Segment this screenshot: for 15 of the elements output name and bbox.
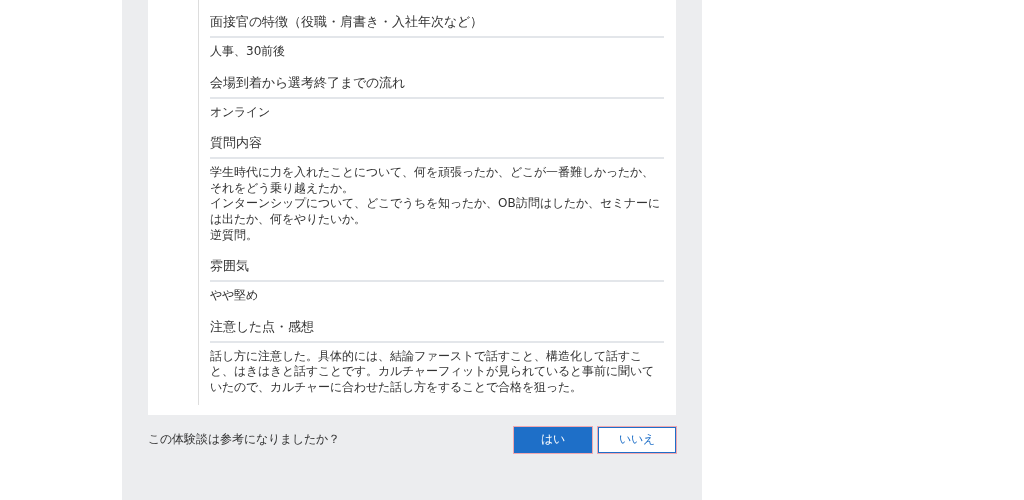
section-text: 逆質問。: [210, 227, 259, 244]
section-text: 話し方に注意した。具体的には、結論ファーストで話すこと、構造化して話すこと、はきはきと話すことです。カルチャーフィットが見られていると事前に聞いていたので、カルチャーに合わせた話し方をすることで合格を狙った。: [210, 348, 655, 396]
feedback-question: この体験談は参考になりましたか？: [148, 431, 340, 449]
section-heading: 注意した点・感想: [210, 312, 664, 343]
section-heading: 雰囲気: [210, 252, 664, 283]
section-heading: 質問内容: [210, 129, 664, 160]
section-text: オンライン: [210, 104, 271, 121]
section-text: やや堅め: [210, 288, 259, 304]
section-text: 人事、30前後: [210, 44, 287, 60]
section-text: インターンシップについて、どこでうちを知ったか、OB訪問はしたか、セミナーには出たか、何をやりたいか。: [210, 196, 661, 228]
yes-button[interactable]: はい: [514, 426, 592, 453]
section-heading: 面接官の特徴（役職・肩書き・入社年次など）: [210, 8, 664, 38]
section-text: 学生時代に力を入れたことについて、何を頑張ったか、どこが一番難しかったか、それをどう乗り越えたか。: [210, 165, 655, 197]
no-button[interactable]: いいえ: [598, 426, 676, 453]
section-heading: 会場到着から選考終了までの流れ: [210, 68, 664, 99]
